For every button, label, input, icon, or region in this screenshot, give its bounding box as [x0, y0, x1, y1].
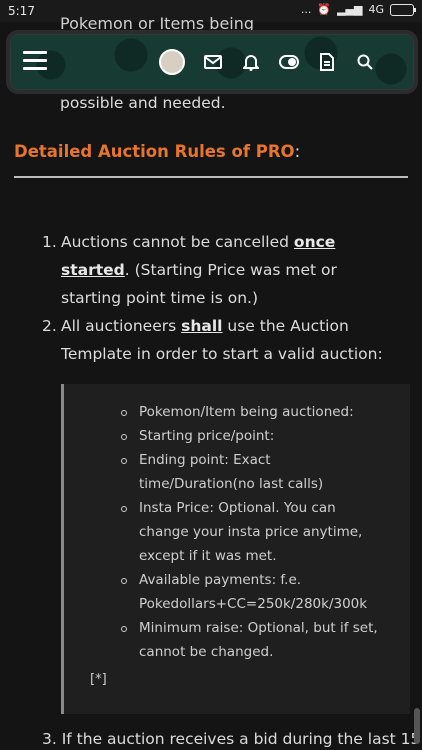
signal-icon: ▂▄▆: [337, 3, 363, 16]
network-label: 4G: [368, 3, 384, 16]
heading-text: Detailed Auction Rules of PRO: [14, 142, 295, 161]
scrollbar-thumb[interactable]: [414, 708, 420, 744]
rules-list: 1. Auctions cannot be cancelled once sta…: [0, 228, 401, 368]
bbcode-star: [*]: [90, 672, 107, 687]
avatar[interactable]: [159, 49, 185, 75]
top-navbar: [10, 34, 414, 90]
partial-text: Pokemon or Items being: [60, 14, 255, 33]
battery-icon: [390, 3, 416, 16]
document-icon[interactable]: [317, 52, 337, 72]
nav-icons: [159, 49, 375, 75]
list-item: Ending point: Exact time/Duration(no las…: [121, 448, 389, 496]
bell-icon[interactable]: [241, 52, 261, 72]
status-icons: ... ⏰ ▂▄▆ 4G: [300, 3, 416, 16]
list-item: Starting price/point:: [121, 424, 389, 448]
list-item: Available payments: f.e. Pokedollars+CC=…: [121, 568, 389, 616]
more-dots: ...: [300, 3, 312, 16]
list-item: Insta Price: Optional. You can change yo…: [121, 496, 389, 568]
list-item-3: 3. If the auction receives a bid during …: [42, 730, 421, 748]
auction-template-block: Pokemon/Item being auctioned: Starting p…: [61, 384, 410, 714]
previous-line: possible and needed.: [60, 94, 226, 112]
section-heading: Detailed Auction Rules of PRO:: [14, 142, 300, 161]
status-time: 5:17: [8, 4, 35, 18]
alarm-icon: ⏰: [317, 3, 332, 16]
heading-colon: :: [294, 142, 301, 161]
divider: [14, 176, 408, 178]
item-number: 2.: [42, 317, 57, 335]
search-icon[interactable]: [355, 52, 375, 72]
list-item: Pokemon/Item being auctioned:: [121, 400, 389, 424]
list-item: 1. Auctions cannot be cancelled once sta…: [42, 228, 401, 312]
template-list: Pokemon/Item being auctioned: Starting p…: [121, 400, 389, 664]
item-number: 1.: [42, 233, 57, 251]
mail-icon[interactable]: [203, 52, 223, 72]
toggle-icon[interactable]: [279, 52, 299, 72]
list-item: 2. All auctioneers shall use the Auction…: [42, 312, 401, 368]
menu-icon[interactable]: [23, 51, 47, 71]
list-item: Minimum raise: Optional, but if set, can…: [121, 616, 389, 664]
item-emphasis: shall: [181, 317, 223, 335]
item-text-pre: All auctioneers: [61, 317, 182, 335]
item-text-pre: Auctions cannot be cancelled: [61, 233, 294, 251]
